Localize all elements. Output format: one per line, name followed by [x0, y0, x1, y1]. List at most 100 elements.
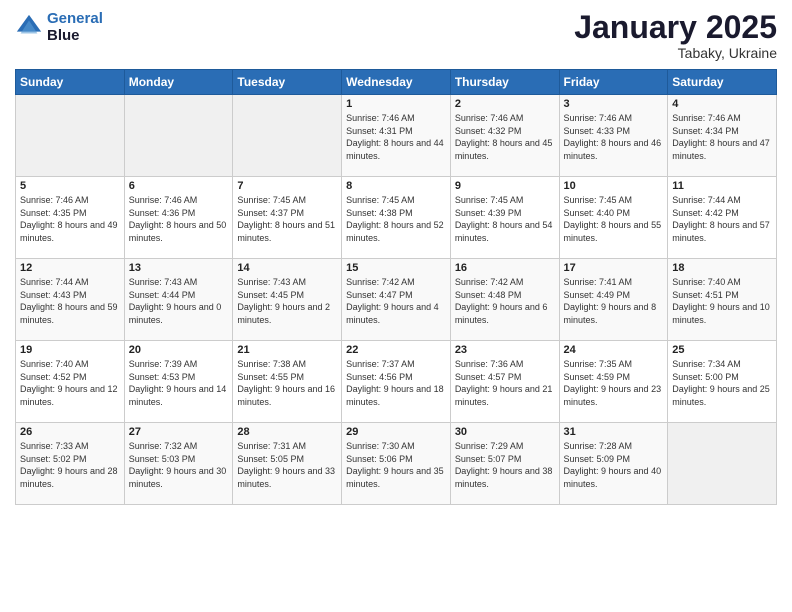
calendar-cell: 18Sunrise: 7:40 AMSunset: 4:51 PMDayligh… [668, 259, 777, 341]
day-number: 24 [564, 344, 664, 356]
day-number: 3 [564, 98, 664, 110]
day-number: 15 [346, 262, 446, 274]
day-number: 14 [237, 262, 337, 274]
calendar-cell: 26Sunrise: 7:33 AMSunset: 5:02 PMDayligh… [16, 423, 125, 505]
day-info: Sunrise: 7:39 AMSunset: 4:53 PMDaylight:… [129, 358, 229, 408]
day-info: Sunrise: 7:36 AMSunset: 4:57 PMDaylight:… [455, 358, 555, 408]
calendar-cell [233, 95, 342, 177]
month-title: January 2025 [574, 10, 777, 45]
calendar-cell: 11 Sunrise: 7:44 AMSunset: 4:42 PMDayligh… [668, 177, 777, 259]
day-number: 6 [129, 180, 229, 192]
day-number: 11 [672, 180, 772, 192]
calendar-table: SundayMondayTuesdayWednesdayThursdayFrid… [15, 69, 777, 505]
day-number: 8 [346, 180, 446, 192]
day-info: Sunrise: 7:45 AMSunset: 4:40 PMDaylight:… [564, 194, 664, 244]
day-info: Sunrise: 7:45 AMSunset: 4:37 PMDaylight:… [237, 194, 337, 244]
day-info: Sunrise: 7:46 AMSunset: 4:34 PMDaylight:… [672, 112, 772, 162]
calendar-week-row: 5 Sunrise: 7:46 AMSunset: 4:35 PMDaylight… [16, 177, 777, 259]
calendar-cell: 13Sunrise: 7:43 AMSunset: 4:44 PMDayligh… [124, 259, 233, 341]
day-number: 5 [20, 180, 120, 192]
day-number: 4 [672, 98, 772, 110]
logo: General Blue [15, 10, 103, 44]
calendar-page: General Blue January 2025 Tabaky, Ukrain… [0, 0, 792, 612]
day-info: Sunrise: 7:37 AMSunset: 4:56 PMDaylight:… [346, 358, 446, 408]
day-number: 9 [455, 180, 555, 192]
calendar-cell: 8 Sunrise: 7:45 AMSunset: 4:38 PMDaylight… [342, 177, 451, 259]
calendar-cell: 6 Sunrise: 7:46 AMSunset: 4:36 PMDaylight… [124, 177, 233, 259]
day-number: 2 [455, 98, 555, 110]
calendar-week-row: 19 Sunrise: 7:40 AMSunset: 4:52 PMDayligh… [16, 341, 777, 423]
day-info: Sunrise: 7:31 AMSunset: 5:05 PMDaylight:… [237, 440, 337, 490]
col-header-thursday: Thursday [450, 70, 559, 95]
calendar-cell: 21 Sunrise: 7:38 AMSunset: 4:55 PMDayligh… [233, 341, 342, 423]
day-number: 10 [564, 180, 664, 192]
day-number: 25 [672, 344, 772, 356]
day-info: Sunrise: 7:38 AMSunset: 4:55 PMDaylight:… [237, 358, 337, 408]
day-number: 16 [455, 262, 555, 274]
day-number: 31 [564, 426, 664, 438]
calendar-cell: 29Sunrise: 7:30 AMSunset: 5:06 PMDayligh… [342, 423, 451, 505]
day-number: 21 [237, 344, 337, 356]
calendar-cell: 19 Sunrise: 7:40 AMSunset: 4:52 PMDayligh… [16, 341, 125, 423]
calendar-cell: 16Sunrise: 7:42 AMSunset: 4:48 PMDayligh… [450, 259, 559, 341]
day-number: 27 [129, 426, 229, 438]
calendar-cell: 10 Sunrise: 7:45 AMSunset: 4:40 PMDayligh… [559, 177, 668, 259]
day-info: Sunrise: 7:40 AMSunset: 4:52 PMDaylight:… [20, 358, 120, 408]
calendar-cell: 31 Sunrise: 7:28 AMSunset: 5:09 PMDayligh… [559, 423, 668, 505]
calendar-cell: 12 Sunrise: 7:44 AMSunset: 4:43 PMDayligh… [16, 259, 125, 341]
calendar-week-row: 26Sunrise: 7:33 AMSunset: 5:02 PMDayligh… [16, 423, 777, 505]
col-header-wednesday: Wednesday [342, 70, 451, 95]
calendar-cell: 14 Sunrise: 7:43 AMSunset: 4:45 PMDayligh… [233, 259, 342, 341]
calendar-cell: 7 Sunrise: 7:45 AMSunset: 4:37 PMDaylight… [233, 177, 342, 259]
day-info: Sunrise: 7:28 AMSunset: 5:09 PMDaylight:… [564, 440, 664, 490]
day-info: Sunrise: 7:44 AMSunset: 4:42 PMDaylight:… [672, 194, 772, 244]
title-block: January 2025 Tabaky, Ukraine [574, 10, 777, 61]
day-number: 17 [564, 262, 664, 274]
calendar-cell: 23Sunrise: 7:36 AMSunset: 4:57 PMDayligh… [450, 341, 559, 423]
calendar-cell: 28Sunrise: 7:31 AMSunset: 5:05 PMDayligh… [233, 423, 342, 505]
calendar-cell [16, 95, 125, 177]
calendar-cell: 1 Sunrise: 7:46 AMSunset: 4:31 PMDaylight… [342, 95, 451, 177]
calendar-cell: 17 Sunrise: 7:41 AMSunset: 4:49 PMDayligh… [559, 259, 668, 341]
day-number: 20 [129, 344, 229, 356]
day-info: Sunrise: 7:46 AMSunset: 4:36 PMDaylight:… [129, 194, 229, 244]
day-number: 18 [672, 262, 772, 274]
calendar-cell: 4 Sunrise: 7:46 AMSunset: 4:34 PMDaylight… [668, 95, 777, 177]
day-info: Sunrise: 7:45 AMSunset: 4:38 PMDaylight:… [346, 194, 446, 244]
day-info: Sunrise: 7:35 AMSunset: 4:59 PMDaylight:… [564, 358, 664, 408]
day-number: 26 [20, 426, 120, 438]
day-number: 12 [20, 262, 120, 274]
day-number: 1 [346, 98, 446, 110]
day-number: 22 [346, 344, 446, 356]
day-info: Sunrise: 7:43 AMSunset: 4:45 PMDaylight:… [237, 276, 337, 326]
calendar-cell: 5 Sunrise: 7:46 AMSunset: 4:35 PMDaylight… [16, 177, 125, 259]
col-header-monday: Monday [124, 70, 233, 95]
calendar-cell: 27Sunrise: 7:32 AMSunset: 5:03 PMDayligh… [124, 423, 233, 505]
day-info: Sunrise: 7:45 AMSunset: 4:39 PMDaylight:… [455, 194, 555, 244]
header: General Blue January 2025 Tabaky, Ukrain… [15, 10, 777, 61]
day-info: Sunrise: 7:42 AMSunset: 4:47 PMDaylight:… [346, 276, 446, 326]
calendar-header-row: SundayMondayTuesdayWednesdayThursdayFrid… [16, 70, 777, 95]
day-info: Sunrise: 7:41 AMSunset: 4:49 PMDaylight:… [564, 276, 664, 326]
day-info: Sunrise: 7:34 AMSunset: 5:00 PMDaylight:… [672, 358, 772, 408]
calendar-cell [124, 95, 233, 177]
day-info: Sunrise: 7:29 AMSunset: 5:07 PMDaylight:… [455, 440, 555, 490]
day-number: 7 [237, 180, 337, 192]
col-header-sunday: Sunday [16, 70, 125, 95]
calendar-cell: 15 Sunrise: 7:42 AMSunset: 4:47 PMDayligh… [342, 259, 451, 341]
calendar-cell: 9 Sunrise: 7:45 AMSunset: 4:39 PMDaylight… [450, 177, 559, 259]
calendar-cell: 22 Sunrise: 7:37 AMSunset: 4:56 PMDayligh… [342, 341, 451, 423]
calendar-cell: 20 Sunrise: 7:39 AMSunset: 4:53 PMDayligh… [124, 341, 233, 423]
calendar-cell: 25 Sunrise: 7:34 AMSunset: 5:00 PMDayligh… [668, 341, 777, 423]
col-header-tuesday: Tuesday [233, 70, 342, 95]
logo-text: General Blue [47, 10, 103, 44]
calendar-cell [668, 423, 777, 505]
day-info: Sunrise: 7:46 AMSunset: 4:35 PMDaylight:… [20, 194, 120, 244]
day-info: Sunrise: 7:46 AMSunset: 4:33 PMDaylight:… [564, 112, 664, 162]
day-info: Sunrise: 7:30 AMSunset: 5:06 PMDaylight:… [346, 440, 446, 490]
day-info: Sunrise: 7:46 AMSunset: 4:31 PMDaylight:… [346, 112, 446, 162]
calendar-cell: 24 Sunrise: 7:35 AMSunset: 4:59 PMDayligh… [559, 341, 668, 423]
calendar-cell: 2Sunrise: 7:46 AMSunset: 4:32 PMDaylight… [450, 95, 559, 177]
day-number: 19 [20, 344, 120, 356]
day-info: Sunrise: 7:44 AMSunset: 4:43 PMDaylight:… [20, 276, 120, 326]
